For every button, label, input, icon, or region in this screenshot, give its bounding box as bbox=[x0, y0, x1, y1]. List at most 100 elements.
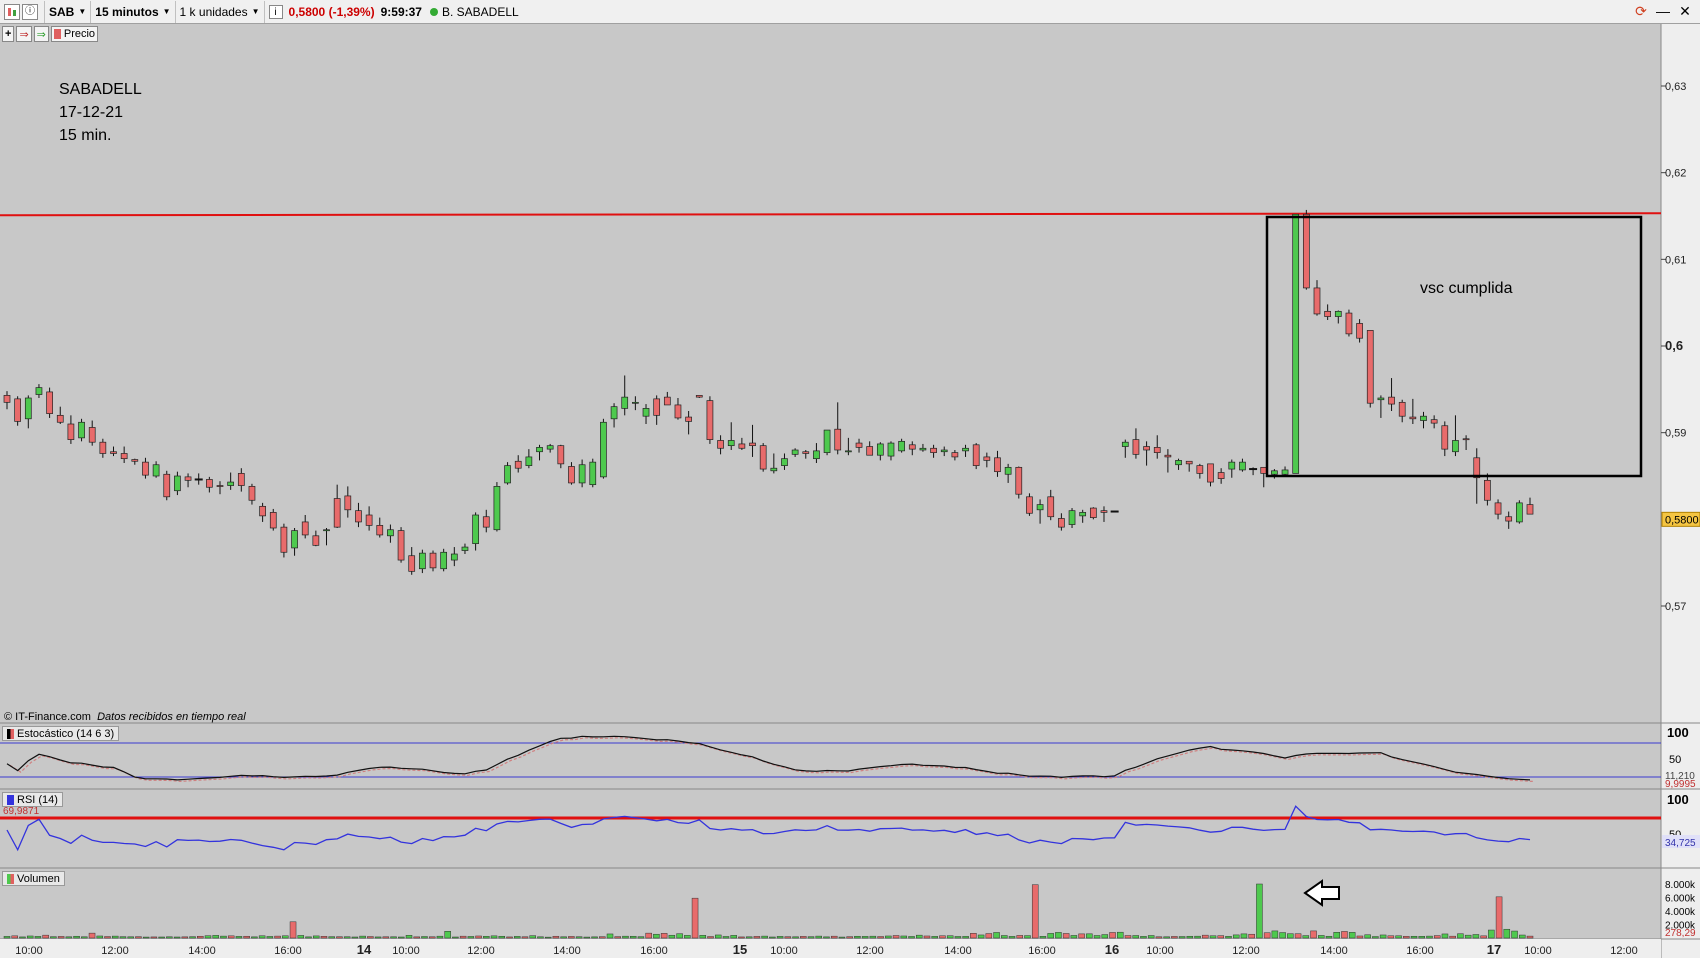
volume-bar bbox=[390, 936, 397, 939]
rsi-current-value: 34,725 bbox=[1665, 838, 1696, 849]
time-axis-label: 14:00 bbox=[188, 945, 216, 957]
interval-select[interactable]: 15 minutos ▼ bbox=[91, 0, 176, 23]
import-button[interactable]: ⇒ bbox=[33, 26, 49, 42]
candle-body bbox=[514, 460, 522, 469]
volume-current-value: 278,29 bbox=[1665, 928, 1696, 939]
candle-body bbox=[1441, 425, 1449, 450]
price-series-button[interactable]: Precio bbox=[50, 26, 99, 42]
candle-body bbox=[1196, 465, 1204, 474]
volume-bar bbox=[1318, 935, 1325, 939]
candle-body bbox=[1484, 479, 1491, 501]
candle-body bbox=[24, 397, 32, 420]
time-axis-label: 10:00 bbox=[1146, 945, 1174, 957]
candle-body bbox=[152, 464, 160, 477]
candle-body bbox=[1271, 470, 1278, 475]
volume-bar bbox=[599, 936, 606, 939]
volume-bar bbox=[614, 936, 621, 939]
interval-value: 15 minutos bbox=[95, 4, 159, 19]
candle-body bbox=[738, 443, 746, 449]
symbol-select[interactable]: SAB ▼ bbox=[45, 0, 92, 23]
volume-bar bbox=[498, 935, 506, 939]
minimize-icon[interactable]: — bbox=[1654, 2, 1672, 20]
volume-bar bbox=[1039, 936, 1047, 939]
volume-bar bbox=[1379, 934, 1387, 939]
candle-body bbox=[845, 450, 852, 453]
series-color-icon bbox=[53, 29, 61, 39]
volume-bar bbox=[815, 935, 823, 939]
volume-bar bbox=[127, 936, 134, 939]
candle-body bbox=[770, 467, 778, 472]
units-select[interactable]: 1 k unidades ▼ bbox=[176, 0, 265, 23]
volume-bar bbox=[289, 921, 297, 939]
candle-body bbox=[983, 456, 991, 461]
candle-body bbox=[237, 473, 245, 486]
candle-body bbox=[759, 445, 767, 470]
candle-body bbox=[600, 421, 607, 478]
volume-bar bbox=[1364, 934, 1371, 939]
candle-body bbox=[259, 505, 266, 517]
candle-body bbox=[440, 551, 448, 570]
refresh-icon[interactable]: ⟳ bbox=[1632, 2, 1650, 20]
stochastic-label[interactable]: Estocástico (14 6 3) bbox=[2, 726, 120, 741]
volume-bar bbox=[1495, 896, 1503, 939]
volume-bar bbox=[985, 933, 993, 939]
volume-bar bbox=[11, 935, 18, 939]
candle-body bbox=[1398, 401, 1406, 417]
import-icon: ⇒ bbox=[36, 28, 46, 41]
volume-bar bbox=[243, 935, 250, 939]
volume-bar bbox=[1488, 929, 1495, 939]
volume-bar bbox=[1472, 934, 1480, 939]
info-icon[interactable]: i bbox=[268, 4, 283, 19]
volume-bar bbox=[1240, 933, 1248, 939]
stochastic-color-icon bbox=[7, 728, 14, 739]
candle-body bbox=[1015, 466, 1023, 495]
candle-body bbox=[621, 396, 629, 409]
volume-bar bbox=[1086, 933, 1093, 939]
price-change-value: (-1,39%) bbox=[328, 4, 375, 19]
volume-bar bbox=[1124, 935, 1132, 939]
chart-type-button[interactable]: ⓘ bbox=[0, 0, 45, 23]
volume-bar bbox=[1279, 932, 1286, 939]
candle-body bbox=[1004, 466, 1012, 475]
stoch-axis-label: 100 bbox=[1667, 725, 1689, 740]
candle-body bbox=[546, 445, 554, 450]
close-icon[interactable]: ✕ bbox=[1676, 2, 1694, 20]
units-value: 1 k unidades bbox=[179, 4, 248, 19]
volume-bar bbox=[459, 935, 467, 939]
volume-bar bbox=[769, 936, 776, 939]
candle-body bbox=[855, 442, 863, 448]
volume-bar bbox=[606, 933, 614, 939]
add-indicator-button[interactable]: + bbox=[2, 26, 15, 42]
volume-label[interactable]: Volumen bbox=[2, 871, 65, 886]
candle-body bbox=[419, 552, 426, 570]
volume-bar bbox=[730, 935, 737, 939]
volume-bar bbox=[954, 936, 962, 939]
volume-bar bbox=[830, 935, 838, 939]
candle-body bbox=[248, 486, 256, 501]
volume-bar bbox=[351, 936, 359, 939]
rsi-label[interactable]: RSI (14) bbox=[2, 792, 63, 807]
candle-body bbox=[1185, 460, 1193, 465]
volume-bar bbox=[776, 936, 784, 939]
time-axis-label: 16:00 bbox=[274, 945, 302, 957]
time-axis-label: 12:00 bbox=[1232, 945, 1260, 957]
candle-body bbox=[333, 498, 341, 528]
volume-bar bbox=[320, 936, 328, 939]
candle-body bbox=[1153, 447, 1161, 453]
quote-time: 9:59:37 bbox=[380, 4, 422, 19]
export-button[interactable]: ⇒ bbox=[16, 26, 32, 42]
candle-body bbox=[568, 466, 575, 484]
candle-body bbox=[1420, 415, 1427, 421]
candle-body bbox=[1217, 472, 1225, 479]
volume-bar bbox=[173, 936, 181, 939]
candle-body bbox=[876, 443, 884, 456]
volume-bar bbox=[544, 936, 552, 939]
volume-bar bbox=[1186, 935, 1194, 939]
volume-bar bbox=[660, 933, 668, 939]
volume-bar bbox=[212, 935, 219, 939]
candle-body bbox=[461, 546, 469, 551]
candle-body bbox=[397, 530, 405, 561]
volume-bar bbox=[962, 936, 969, 939]
candle-body bbox=[482, 516, 490, 528]
volume-bar bbox=[1372, 936, 1379, 939]
